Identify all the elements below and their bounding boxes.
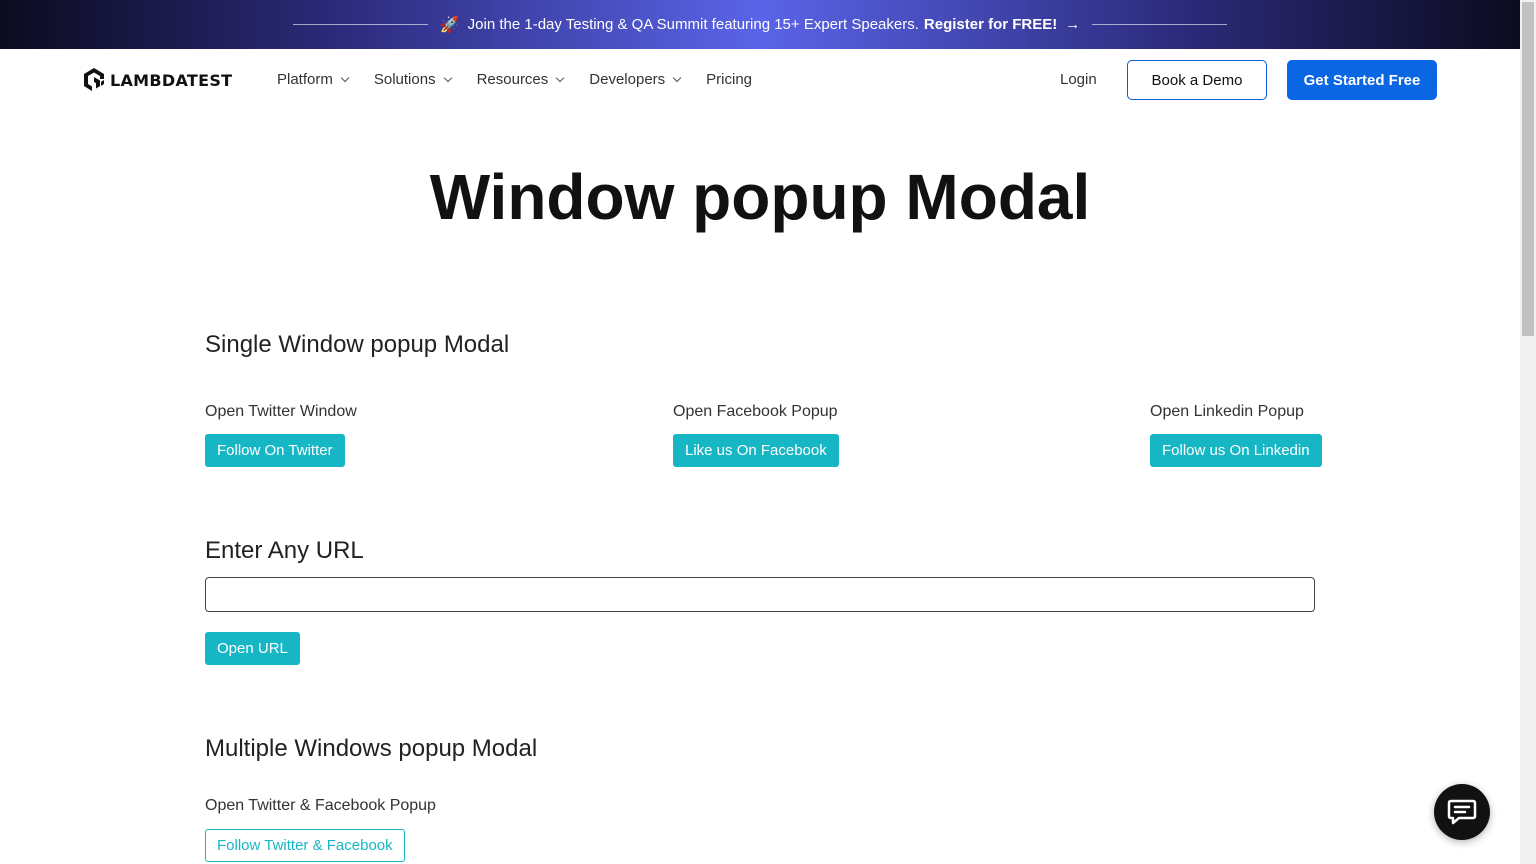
chevron-down-icon [556, 73, 565, 82]
url-input[interactable] [205, 577, 1315, 612]
arrow-right-icon: → [1065, 16, 1081, 33]
book-demo-button[interactable]: Book a Demo [1127, 60, 1267, 100]
logo[interactable]: LAMBDATEST [82, 67, 232, 93]
get-started-button[interactable]: Get Started Free [1287, 60, 1437, 100]
announcement-bar[interactable]: 🚀 Join the 1-day Testing & QA Summit fea… [0, 0, 1520, 49]
logo-text: LAMBDATEST [110, 70, 233, 90]
nav-item-platform[interactable]: Platform [277, 71, 350, 88]
announcement-text: Join the 1-day Testing & QA Summit featu… [467, 16, 919, 33]
nav-item-pricing[interactable]: Pricing [706, 71, 752, 88]
page-title: Window popup Modal [429, 161, 1091, 233]
chevron-down-icon [443, 73, 452, 82]
nav-item-label: Solutions [373, 71, 436, 88]
facebook-label: Open Facebook Popup [673, 403, 838, 420]
main-nav: LAMBDATEST Platform Solutions Resources … [0, 49, 1520, 111]
nav-menu: Platform Solutions Resources Developers … [277, 71, 778, 88]
chevron-down-icon [672, 73, 682, 82]
url-heading: Enter Any URL [205, 537, 364, 564]
nav-item-label: Platform [277, 71, 333, 88]
nav-item-label: Pricing [706, 71, 753, 88]
twitter-label: Open Twitter Window [205, 403, 357, 420]
rocket-icon: 🚀 [439, 16, 460, 34]
nav-item-label: Resources [476, 71, 549, 88]
login-link[interactable]: Login [1060, 71, 1097, 88]
page: 🚀 Join the 1-day Testing & QA Summit fea… [0, 0, 1536, 864]
chat-button[interactable] [1434, 784, 1490, 840]
multiple-popup-heading: Multiple Windows popup Modal [205, 735, 538, 762]
follow-twitter-button[interactable]: Follow On Twitter [205, 434, 345, 467]
twitter-facebook-label: Open Twitter & Facebook Popup [205, 797, 436, 814]
nav-item-label: Developers [589, 71, 666, 88]
single-popup-heading: Single Window popup Modal [205, 331, 510, 358]
like-facebook-button[interactable]: Like us On Facebook [673, 434, 839, 467]
chat-bubble-icon [1447, 799, 1477, 825]
nav-item-developers[interactable]: Developers [589, 71, 682, 88]
chevron-down-icon [340, 73, 350, 82]
nav-item-solutions[interactable]: Solutions [373, 71, 452, 88]
open-url-button[interactable]: Open URL [205, 632, 300, 665]
scrollbar-thumb[interactable] [1522, 2, 1534, 336]
follow-linkedin-button[interactable]: Follow us On Linkedin [1150, 434, 1322, 467]
follow-twitter-facebook-button[interactable]: Follow Twitter & Facebook [205, 829, 405, 862]
divider-left [292, 24, 428, 25]
lambdatest-logo-icon [84, 68, 104, 91]
linkedin-label: Open Linkedin Popup [1150, 403, 1304, 420]
divider-right [1092, 24, 1228, 25]
nav-item-resources[interactable]: Resources [476, 71, 565, 88]
announcement-cta[interactable]: Register for FREE! [924, 16, 1057, 33]
